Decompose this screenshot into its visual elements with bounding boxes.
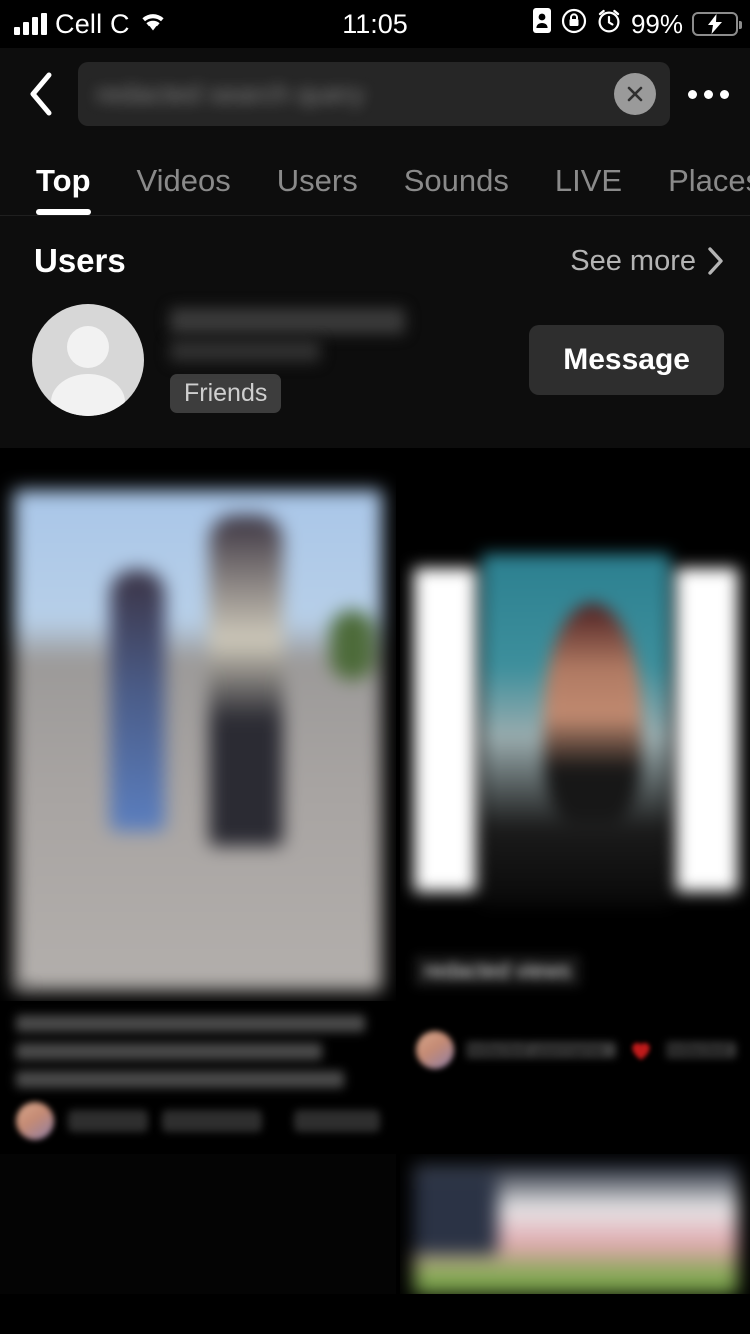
chip [294, 1110, 380, 1132]
view-count-label [14, 981, 34, 987]
chip [68, 1110, 148, 1132]
caption-line [16, 1015, 366, 1032]
back-chevron-icon [30, 72, 52, 116]
video-grid: redacted views redacted username redacte… [0, 448, 750, 1294]
thumbnail-image [414, 1164, 738, 1294]
video-meta: redacted username redacted count [400, 1001, 750, 1079]
see-more-link[interactable]: See more [570, 245, 724, 278]
heart-icon [632, 1042, 650, 1060]
user-display-name: redacted name [170, 307, 405, 334]
dot [719, 89, 729, 99]
video-chips [16, 1102, 380, 1140]
video-author-row: redacted username redacted count [416, 1031, 736, 1077]
app-screen: Cell C 11:05 99% redacted search query T… [0, 0, 750, 1334]
user-handle: redacted handle [170, 339, 320, 362]
back-button[interactable] [18, 71, 64, 117]
caption-line [16, 1043, 322, 1060]
like-count: redacted count [666, 1042, 736, 1077]
video-thumbnail[interactable] [400, 1154, 750, 1294]
author-avatar [16, 1102, 54, 1140]
video-thumbnail[interactable]: redacted views [400, 448, 750, 1001]
user-info: redacted name redacted handle Friends [170, 307, 529, 413]
video-meta [0, 1001, 396, 1150]
users-section-header: Users See more [0, 216, 750, 290]
user-result-row[interactable]: redacted name redacted handle Friends Me… [0, 290, 750, 434]
tab-top[interactable]: Top [36, 163, 91, 215]
author-avatar [416, 1031, 454, 1069]
tab-sounds[interactable]: Sounds [404, 163, 509, 215]
section-title: Users [34, 242, 126, 279]
status-bar: Cell C 11:05 99% [0, 0, 750, 48]
video-card[interactable] [0, 1154, 396, 1294]
video-thumbnail[interactable] [0, 1154, 396, 1294]
tab-users[interactable]: Users [277, 163, 358, 215]
more-options-button[interactable] [680, 89, 736, 99]
search-bar: redacted search query [0, 48, 750, 140]
see-more-label: See more [570, 244, 696, 277]
dot [687, 89, 697, 99]
clock-label: 11:05 [342, 8, 408, 39]
thumbnail-image [14, 490, 382, 991]
chevron-right-icon [708, 247, 723, 275]
view-count-label: redacted views [414, 955, 581, 987]
video-card[interactable] [400, 1154, 750, 1294]
search-tabs: Top Videos Users Sounds LIVE Places [0, 140, 750, 216]
clear-search-button[interactable] [614, 73, 656, 115]
search-input[interactable]: redacted search query [78, 62, 670, 126]
search-query-text: redacted search query [96, 78, 365, 109]
author-username: redacted username [466, 1042, 616, 1059]
chip [162, 1110, 262, 1132]
users-section: Users See more redacted name redacted ha… [0, 216, 750, 448]
default-avatar-icon [32, 304, 144, 416]
video-thumbnail[interactable] [0, 448, 396, 1001]
tab-videos[interactable]: Videos [137, 163, 231, 215]
video-caption [16, 1015, 380, 1088]
thumbnail-image [414, 554, 738, 906]
message-button[interactable]: Message [529, 325, 724, 395]
dot [703, 89, 713, 99]
close-icon [627, 86, 643, 102]
tab-places[interactable]: Places [668, 163, 750, 215]
tab-live[interactable]: LIVE [555, 163, 622, 215]
battery-charging-icon [692, 12, 742, 36]
caption-line [16, 1071, 344, 1088]
video-card[interactable] [0, 448, 396, 1150]
video-card[interactable]: redacted views redacted username redacte… [400, 448, 750, 1150]
